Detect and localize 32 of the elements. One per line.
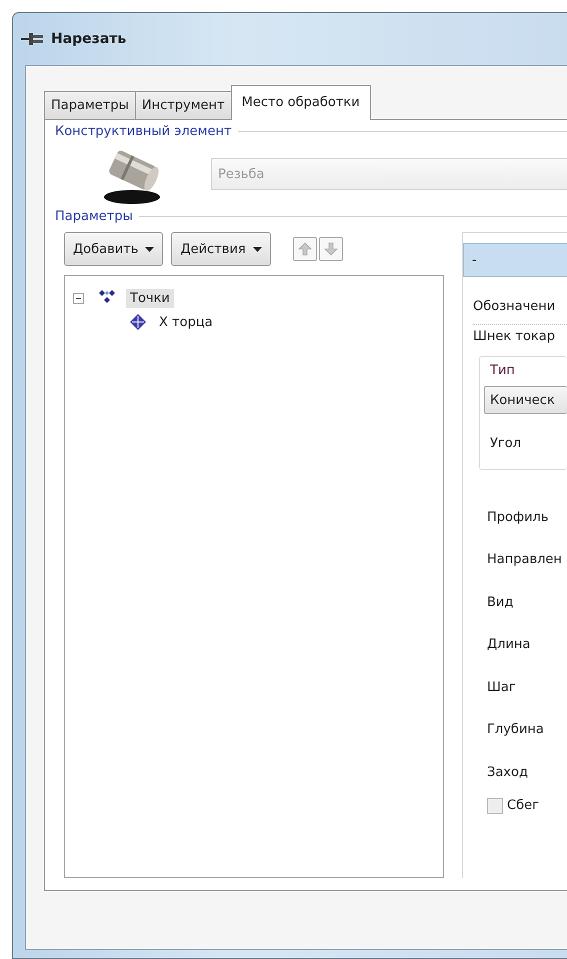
field-label: Направлен bbox=[487, 552, 562, 568]
field-label: Длина bbox=[487, 637, 530, 652]
designation-field[interactable]: Шнек токар bbox=[473, 324, 567, 344]
dropdown-button[interactable]: Добавить bbox=[64, 232, 164, 266]
group-title: Параметры bbox=[55, 209, 133, 224]
checkbox[interactable] bbox=[487, 798, 503, 814]
collapse-icon[interactable] bbox=[73, 292, 84, 304]
arrow-up-icon bbox=[298, 242, 312, 256]
checkbox-label: Сбег bbox=[507, 798, 539, 813]
field-label: Обозначени bbox=[473, 299, 556, 314]
field-label: Профиль bbox=[487, 510, 549, 525]
panel-header[interactable]: - bbox=[463, 243, 567, 277]
type-combo[interactable]: Коническ bbox=[484, 386, 567, 414]
caret-icon bbox=[252, 246, 262, 252]
tree-item[interactable]: Точки bbox=[126, 288, 174, 308]
clamp-icon bbox=[21, 31, 45, 47]
field-label: Глубина bbox=[487, 722, 544, 738]
group-title: Конструктивный элемент bbox=[55, 124, 232, 139]
tab[interactable]: Инструмент bbox=[134, 91, 232, 119]
group-title: Тип bbox=[490, 363, 516, 378]
window-title: Нарезать bbox=[51, 31, 126, 47]
field-label: Угол bbox=[490, 436, 522, 451]
tree-item[interactable]: X торца bbox=[155, 312, 217, 332]
dropdown-button[interactable]: Действия bbox=[171, 232, 271, 266]
field-label: Заход bbox=[487, 764, 528, 780]
tab[interactable]: Параметры bbox=[44, 91, 136, 119]
field-label: Вид bbox=[487, 594, 514, 610]
field-label: Шаг bbox=[487, 680, 516, 695]
tab[interactable]: Место обработки bbox=[230, 85, 371, 120]
caret-icon bbox=[145, 246, 154, 252]
crosshair-icon bbox=[129, 313, 147, 331]
arrow-down-icon bbox=[324, 242, 338, 256]
